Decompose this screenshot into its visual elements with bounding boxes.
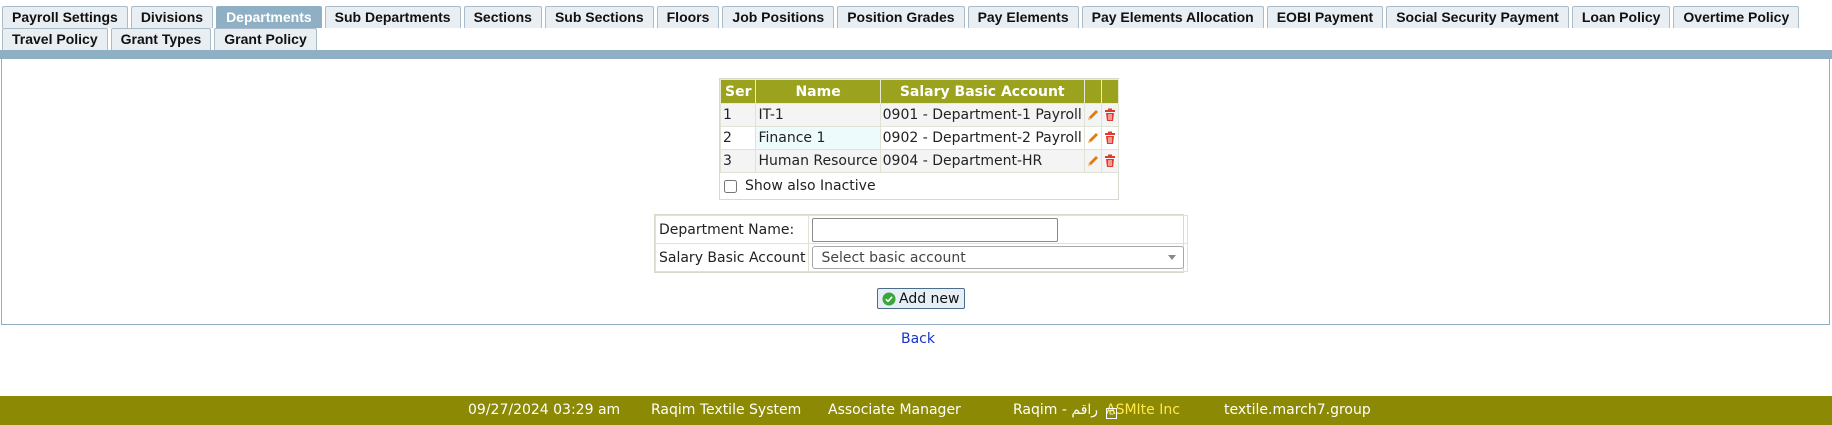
salary-account-selected-value: Select basic account xyxy=(821,249,966,266)
tab-departments[interactable]: Departments xyxy=(216,6,322,28)
tab-sections[interactable]: Sections xyxy=(463,6,542,28)
tab-social-security-payment[interactable]: Social Security Payment xyxy=(1386,6,1569,28)
cell-ser: 3 xyxy=(719,149,757,173)
department-form: Department Name: Salary Basic Account Se… xyxy=(654,214,1189,273)
tab-pay-elements[interactable]: Pay Elements xyxy=(967,6,1079,28)
header-edit xyxy=(1083,79,1102,104)
show-inactive-row: Show also Inactive xyxy=(720,173,1118,199)
table-row: 1 IT-1 0901 - Department-1 Payroll xyxy=(719,103,1119,127)
show-inactive-checkbox[interactable] xyxy=(724,179,737,193)
tab-position-grades[interactable]: Position Grades xyxy=(837,6,965,28)
header-delete xyxy=(1100,79,1119,104)
cell-account: 0901 - Department-1 Payroll xyxy=(879,103,1085,127)
department-form-table: Department Name: Salary Basic Account Se… xyxy=(654,215,1189,272)
pencil-icon[interactable] xyxy=(1085,107,1101,123)
add-new-button[interactable]: Add new xyxy=(877,288,965,309)
tab-sub-departments[interactable]: Sub Departments xyxy=(324,6,461,28)
footer-domain: textile.march7.group xyxy=(1224,402,1371,418)
header-name: Name xyxy=(755,79,881,104)
tab-divisions[interactable]: Divisions xyxy=(130,6,214,28)
pencil-icon[interactable] xyxy=(1085,130,1101,146)
delete-button[interactable] xyxy=(1100,149,1119,173)
tab-loan-policy[interactable]: Loan Policy xyxy=(1571,6,1671,28)
form-row-account: Salary Basic Account Select basic accoun… xyxy=(654,243,1189,272)
edit-button[interactable] xyxy=(1083,149,1102,173)
show-inactive-label: Show also Inactive xyxy=(745,178,876,194)
cell-ser: 2 xyxy=(719,126,757,150)
edit-button[interactable] xyxy=(1083,103,1102,127)
cell-account: 0904 - Department-HR xyxy=(879,149,1085,173)
form-row-name: Department Name: xyxy=(654,215,1189,244)
tab-job-positions[interactable]: Job Positions xyxy=(722,6,835,28)
salary-account-select[interactable]: Select basic account xyxy=(812,246,1185,269)
copyright-icon: © xyxy=(1106,408,1117,419)
trash-icon[interactable] xyxy=(1102,107,1118,123)
footer-company: © ASMIte Inc xyxy=(1106,402,1180,419)
footer-product: Raqim - راقم xyxy=(1013,402,1099,418)
tab-sub-sections[interactable]: Sub Sections xyxy=(544,6,654,28)
footer-bar: 09/27/2024 03:29 am Raqim Textile System… xyxy=(0,396,1832,425)
tab-travel-policy[interactable]: Travel Policy xyxy=(2,28,108,50)
cell-name: Human Resource xyxy=(755,149,881,173)
cell-ser: 1 xyxy=(719,103,757,127)
salary-account-label: Salary Basic Account xyxy=(654,243,810,272)
cell-name: Finance 1 xyxy=(755,126,881,150)
check-circle-icon xyxy=(882,292,896,305)
table-row: 3 Human Resource 0904 - Department-HR xyxy=(719,149,1119,173)
tab-pay-elements-allocation[interactable]: Pay Elements Allocation xyxy=(1081,6,1264,28)
cell-account: 0902 - Department-2 Payroll xyxy=(879,126,1085,150)
tab-floors[interactable]: Floors xyxy=(656,6,720,28)
footer-user-role: Associate Manager xyxy=(828,402,961,418)
trash-icon[interactable] xyxy=(1102,153,1118,169)
departments-grid: Ser Name Salary Basic Account 1 IT-1 090… xyxy=(719,78,1119,200)
department-name-input[interactable] xyxy=(812,217,1059,242)
header-ser: Ser xyxy=(719,79,757,104)
tab-payroll-settings[interactable]: Payroll Settings xyxy=(2,6,128,28)
footer-datetime: 09/27/2024 03:29 am xyxy=(468,402,621,418)
back-link[interactable]: Back xyxy=(901,331,935,347)
tab-underline-bar xyxy=(0,50,1832,59)
tab-grant-policy[interactable]: Grant Policy xyxy=(214,28,317,50)
footer-system-name: Raqim Textile System xyxy=(651,402,802,418)
chevron-down-icon xyxy=(1168,255,1177,260)
header-account: Salary Basic Account xyxy=(879,79,1085,104)
add-new-label: Add new xyxy=(899,290,960,307)
table-header-row: Ser Name Salary Basic Account xyxy=(719,79,1119,104)
trash-icon[interactable] xyxy=(1102,130,1118,146)
pencil-icon[interactable] xyxy=(1085,153,1101,169)
delete-button[interactable] xyxy=(1100,126,1119,150)
department-name-cell xyxy=(808,215,1189,244)
tab-overtime-policy[interactable]: Overtime Policy xyxy=(1673,6,1800,28)
cell-name: IT-1 xyxy=(755,103,881,127)
footer-company-link[interactable]: ASMIte Inc xyxy=(1106,402,1180,418)
tab-grant-types[interactable]: Grant Types xyxy=(110,28,212,50)
tab-eobi-payment[interactable]: EOBI Payment xyxy=(1266,6,1384,28)
delete-button[interactable] xyxy=(1100,103,1119,127)
tab-row-2: Travel Policy Grant Types Grant Policy xyxy=(2,28,317,50)
table-row: 2 Finance 1 0902 - Department-2 Payroll xyxy=(719,126,1119,150)
tab-row-1: Payroll Settings Divisions Departments S… xyxy=(2,6,1800,28)
edit-button[interactable] xyxy=(1083,126,1102,150)
departments-table: Ser Name Salary Basic Account 1 IT-1 090… xyxy=(719,79,1119,173)
department-name-label: Department Name: xyxy=(654,215,810,244)
salary-account-cell: Select basic account xyxy=(808,243,1189,272)
